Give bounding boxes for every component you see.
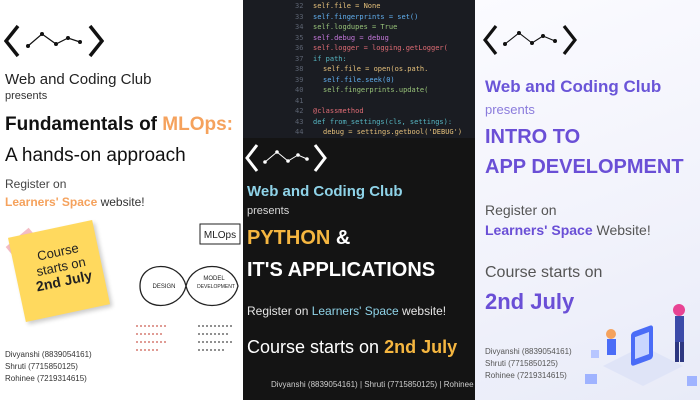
register-prefix: Register on (247, 304, 312, 318)
course-title: PYTHON & (247, 227, 350, 250)
contacts: Divyanshi (8839054161) Shruti (771585012… (485, 346, 572, 382)
club-logo-icon (4, 22, 104, 60)
code-line-number: 35 (295, 33, 304, 42)
learners-space-link: Learners' Space (311, 304, 399, 318)
code-line: if path: (313, 54, 347, 63)
starts-prefix: Course starts on (247, 337, 385, 357)
diagram-label-design: DESIGN (152, 284, 175, 290)
diagram-label-mlops: MLOps (204, 230, 236, 241)
code-line-number: 33 (295, 12, 304, 21)
register-suffix: Website! (592, 222, 651, 238)
course-title: INTRO TO (485, 126, 581, 148)
code-line-number: 42 (295, 107, 304, 115)
python-poster: 32 self.file = None 33 self.fingerprints = … (243, 0, 475, 400)
course-subtitle: APP DEVELOPMENT (485, 156, 684, 178)
learners-space-link: Learners' Space (5, 195, 98, 209)
start-date: 2nd July (485, 289, 575, 314)
course-subtitle: A hands-on approach (5, 145, 186, 166)
code-line: self.debug = debug (313, 33, 389, 42)
register-site: Learners' Space website! (5, 195, 145, 209)
code-line: debug = settings.getbool('DEBUG') (323, 128, 463, 136)
code-line-number: 34 (295, 23, 304, 31)
mlops-cycle-diagram: MLOps DESIGN MODEL DEVELOPMENT (130, 222, 243, 377)
code-line-number: 38 (295, 65, 304, 73)
isometric-app-illustration (583, 286, 700, 400)
code-line: self.logger = logging.getLogger( (313, 44, 448, 52)
register-line: Register on (5, 177, 67, 191)
code-line-number: 43 (295, 117, 304, 126)
contacts: Divyanshi (8839054161) | Shruti (7715850… (271, 380, 475, 389)
presents-label: presents (485, 102, 535, 117)
contact-item: Shruti (7715850125) (485, 359, 558, 368)
code-line: self.logdupes = True (313, 23, 398, 31)
code-line-number: 40 (295, 86, 304, 94)
code-background: 32 self.file = None 33 self.fingerprints = … (243, 0, 475, 138)
contact-item: Shruti (7715850125) (5, 362, 78, 371)
register-suffix: website! (97, 195, 145, 209)
start-date: 2nd July (384, 337, 458, 357)
contact-item: Divyanshi (8839054161) (5, 350, 92, 359)
register-line: Register on Learners' Space website! (247, 304, 446, 318)
presents-label: presents (247, 205, 290, 217)
club-logo-icon (245, 142, 327, 174)
code-line: self.fingerprints = set() (313, 12, 419, 21)
register-site: Learners' Space Website! (485, 222, 651, 238)
presents-label: presents (5, 90, 48, 102)
code-line-number: 37 (295, 54, 304, 63)
diagram-label-model: MODEL (203, 276, 225, 282)
code-line-number: 44 (295, 128, 304, 136)
mlops-poster: Web and Coding Club presents Fundamental… (0, 0, 243, 400)
course-title-accent: PYTHON (247, 227, 331, 249)
club-name: Web and Coding Club (247, 183, 403, 200)
code-line-number: 39 (295, 75, 304, 84)
contact-item: Divyanshi (8839054161) (485, 347, 572, 356)
club-logo-icon (483, 22, 577, 58)
course-start: Course starts on 2nd July (247, 337, 457, 358)
register-line: Register on (485, 202, 557, 218)
code-line-number: 32 (295, 2, 304, 10)
diagram-label-development: DEVELOPMENT (197, 284, 235, 290)
contact-item: Rohinee (7219314615) (5, 374, 87, 383)
code-line: @classmethod (313, 107, 364, 115)
course-subtitle: IT'S APPLICATIONS (247, 259, 436, 281)
code-line: self.file.seek(0) (323, 75, 395, 84)
course-title: Fundamentals of MLOps: (5, 114, 233, 136)
course-title-accent: MLOps: (162, 114, 234, 135)
club-name: Web and Coding Club (485, 77, 662, 96)
code-line: self.file = None (313, 2, 381, 10)
course-start-label: Course starts on (485, 264, 603, 281)
learners-space-link: Learners' Space (485, 222, 593, 238)
contacts: Divyanshi (8839054161) Shruti (771585012… (5, 349, 92, 385)
club-name: Web and Coding Club (5, 71, 152, 88)
code-line-number: 41 (295, 96, 304, 105)
code-line: def from_settings(cls, settings): (313, 117, 453, 126)
code-line-number: 36 (295, 44, 304, 52)
code-line: self.fingerprints.update( (323, 86, 429, 94)
app-dev-poster: Web and Coding Club presents INTRO TO AP… (475, 0, 700, 400)
course-title-suffix: & (330, 227, 351, 249)
register-suffix: website! (398, 304, 447, 318)
contact-item: Rohinee (7219314615) (485, 371, 567, 380)
code-line: self.file = open(os.path. (323, 65, 429, 73)
course-title-prefix: Fundamentals of (5, 114, 163, 135)
